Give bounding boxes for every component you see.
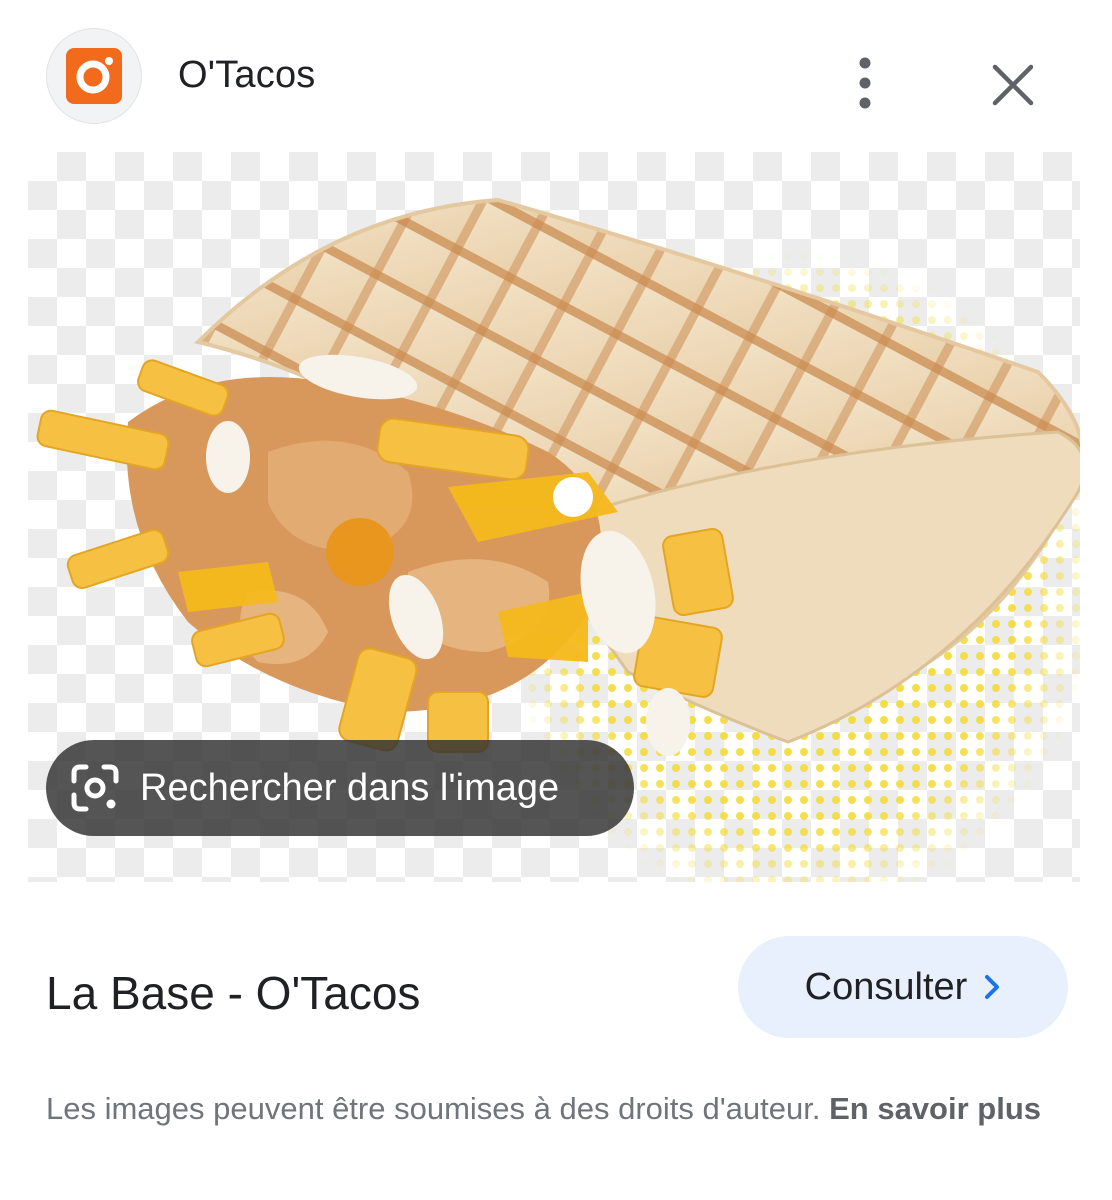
- more-vertical-icon: [859, 57, 871, 109]
- copyright-notice: Les images peuvent être soumises à des d…: [46, 1086, 1046, 1132]
- site-name[interactable]: O'Tacos: [178, 54, 315, 97]
- site-avatar[interactable]: [46, 28, 142, 124]
- learn-more-link[interactable]: En savoir plus: [829, 1091, 1041, 1126]
- otacos-logo-icon: [66, 48, 122, 104]
- copyright-text: Les images peuvent être soumises à des d…: [46, 1091, 821, 1126]
- close-icon: [992, 64, 1034, 106]
- google-lens-icon: [71, 764, 119, 812]
- visit-button[interactable]: Consulter: [738, 936, 1068, 1038]
- viewer-header: O'Tacos: [0, 0, 1112, 150]
- search-in-image-button[interactable]: Rechercher dans l'image: [46, 740, 634, 836]
- more-options-button[interactable]: [840, 48, 890, 118]
- result-title[interactable]: La Base - O'Tacos: [46, 966, 420, 1020]
- preview-image[interactable]: Rechercher dans l'image: [28, 152, 1080, 882]
- search-in-image-label: Rechercher dans l'image: [140, 766, 560, 809]
- visit-label: Consulter: [804, 965, 968, 1008]
- close-button[interactable]: [982, 54, 1044, 116]
- chevron-right-icon: [985, 975, 1000, 999]
- image-viewer-panel: O'Tacos Rechercher dans l'image La Base …: [0, 0, 1112, 1200]
